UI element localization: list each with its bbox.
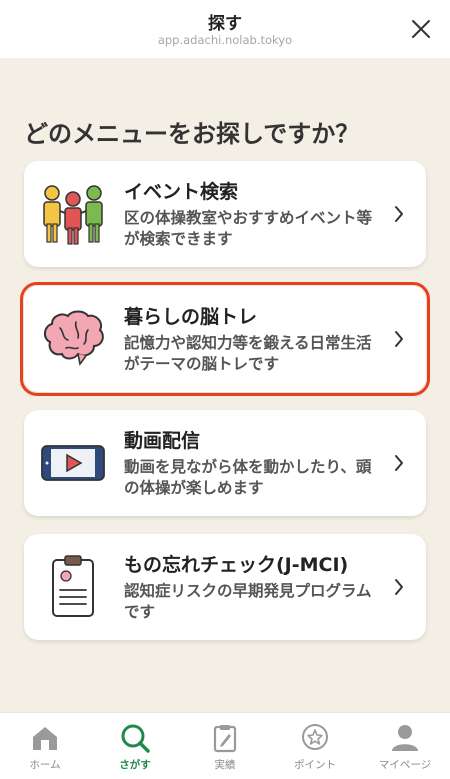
tab-mypage[interactable]: マイページ bbox=[360, 713, 450, 779]
clipboard-icon bbox=[213, 725, 237, 753]
card-title: イベント検索 bbox=[124, 181, 239, 203]
card-description: 動画を見ながら体を動かしたり、頭の体操が楽しめます bbox=[124, 458, 372, 497]
memory-check-card[interactable]: もの忘れチェック(J-MCI) 認知症リスクの早期発見プログラムです bbox=[24, 534, 426, 640]
chevron-right-icon bbox=[395, 455, 403, 471]
brain-icon bbox=[44, 310, 104, 366]
star-badge-icon bbox=[302, 724, 328, 750]
page-url: app.adachi.nolab.tokyo bbox=[157, 33, 293, 47]
tab-label: さがす bbox=[119, 759, 151, 771]
card-description: 記憶力や認知力等を鍛える日常生活がテーマの脳トレです bbox=[124, 334, 372, 373]
video-icon bbox=[41, 445, 105, 481]
card-title: もの忘れチェック(J-MCI) bbox=[124, 554, 349, 576]
bottom-tab-bar: ホーム さがす 実績 ポイント マイページ bbox=[0, 712, 450, 779]
search-icon bbox=[121, 724, 150, 753]
question-heading: どのメニューをお探しですか？ bbox=[24, 120, 360, 148]
clipboard-icon bbox=[52, 555, 94, 617]
home-icon bbox=[33, 727, 57, 750]
tab-search[interactable]: さがす bbox=[90, 713, 180, 779]
close-icon[interactable] bbox=[408, 16, 434, 42]
header-bar: 探す app.adachi.nolab.tokyo bbox=[0, 0, 450, 58]
video-card[interactable]: 動画配信 動画を見ながら体を動かしたり、頭の体操が楽しめます bbox=[24, 410, 426, 516]
tab-points[interactable]: ポイント bbox=[270, 713, 360, 779]
tab-label: ポイント bbox=[294, 759, 336, 771]
chevron-right-icon bbox=[395, 331, 403, 347]
chevron-right-icon bbox=[395, 579, 403, 595]
chevron-right-icon bbox=[395, 206, 403, 222]
brain-training-card[interactable]: 暮らしの脳トレ 記憶力や認知力等を鍛える日常生活がテーマの脳トレです bbox=[20, 282, 430, 396]
tab-label: マイページ bbox=[378, 759, 432, 771]
tab-home[interactable]: ホーム bbox=[0, 713, 90, 779]
event-search-card[interactable]: イベント検索 区の体操教室やおすすめイベント等が検索できます bbox=[24, 161, 426, 267]
tab-achievements[interactable]: 実績 bbox=[180, 713, 270, 779]
card-title: 動画配信 bbox=[124, 430, 201, 452]
tab-label: 実績 bbox=[214, 759, 236, 771]
people-icon bbox=[43, 185, 103, 245]
card-title: 暮らしの脳トレ bbox=[124, 306, 258, 328]
page-title: 探す bbox=[208, 14, 242, 34]
tab-label: ホーム bbox=[29, 759, 61, 771]
person-icon bbox=[392, 725, 418, 751]
card-description: 認知症リスクの早期発見プログラムです bbox=[124, 582, 372, 621]
card-description: 区の体操教室やおすすめイベント等が検索できます bbox=[124, 209, 373, 248]
